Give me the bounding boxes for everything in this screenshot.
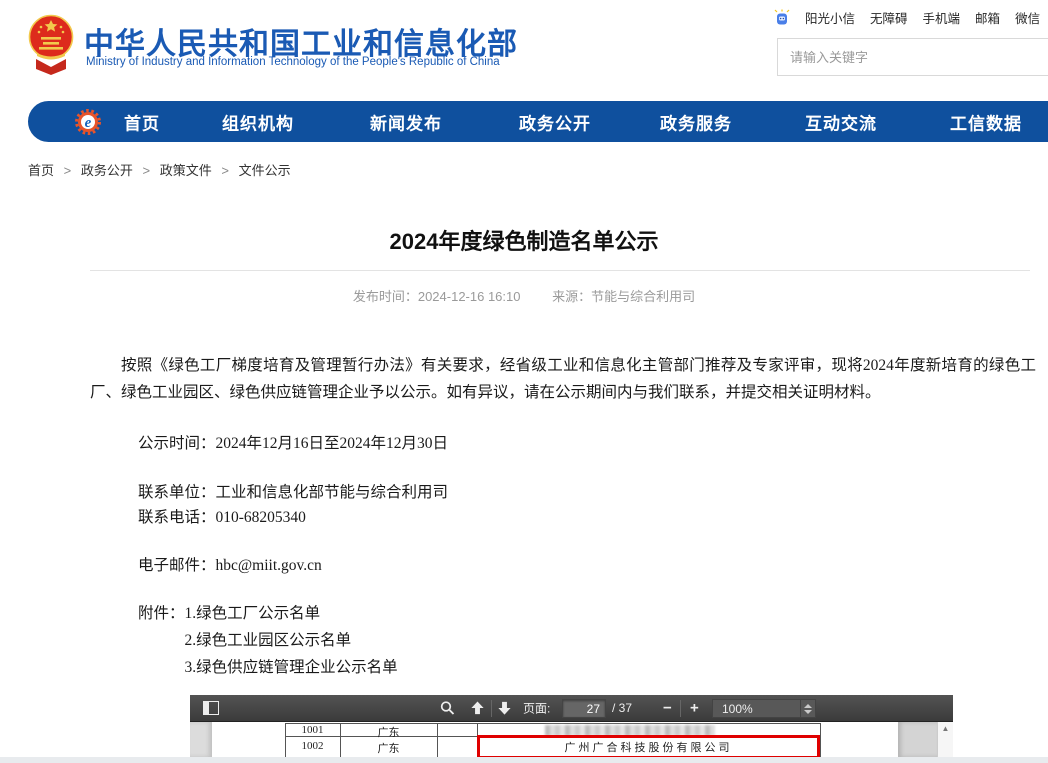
nav-item-news[interactable]: 新闻发布 — [370, 109, 442, 134]
breadcrumb-file-publicity[interactable]: 文件公示 — [239, 163, 291, 178]
contact-unit: 联系单位：工业和信息化部节能与综合利用司 — [138, 479, 448, 506]
miit-gear-icon[interactable]: e — [74, 108, 102, 136]
attachment-link-3[interactable]: 3.绿色供应链管理企业公示名单 — [185, 654, 398, 681]
quick-links-bar: 阳光小信 无障碍 手机端 邮箱 微信 微博 — [774, 8, 1048, 27]
bottom-strip — [0, 757, 1048, 763]
attachments-block: 附件： 1.绿色工厂公示名单 2.绿色工业园区公示名单 3.绿色供应链管理企业公… — [138, 600, 398, 681]
quick-link-mobile[interactable]: 手机端 — [923, 8, 961, 27]
table-cell-province: 广东 — [340, 724, 437, 740]
publish-time: 发布时间：2024-12-16 16:10 — [353, 289, 521, 304]
article-paragraph: 按照《绿色工厂梯度培育及管理暂行办法》有关要求，经省级工业和信息化主管部门推荐及… — [90, 352, 1036, 406]
table-cell-province: 广东 — [340, 740, 437, 756]
page-up-icon[interactable] — [470, 701, 485, 716]
page-number-input[interactable] — [562, 699, 606, 718]
nav-item-home[interactable]: 首页 — [124, 109, 160, 134]
page-down-icon[interactable] — [497, 701, 512, 716]
quick-link-accessibility[interactable]: 无障碍 — [870, 8, 908, 27]
viewer-gutter-right — [898, 722, 937, 757]
breadcrumb-separator: > — [221, 163, 229, 178]
svg-text:e: e — [85, 115, 92, 131]
breadcrumb: 首页 > 政务公开 > 政策文件 > 文件公示 — [28, 160, 291, 179]
toolbar-separator — [491, 700, 492, 717]
nav-item-gov-service[interactable]: 政务服务 — [660, 109, 732, 134]
attachments-label: 附件： — [138, 600, 185, 681]
attachment-link-2[interactable]: 2.绿色工业园区公示名单 — [185, 627, 398, 654]
article-meta: 发布时间：2024-12-16 16:10 来源：节能与综合利用司 — [0, 286, 1048, 305]
page-total: / 37 — [612, 701, 632, 715]
pdf-scrollbar[interactable]: ▲ — [937, 722, 953, 757]
zoom-level-select[interactable]: 100% — [712, 699, 816, 718]
public-period: 公示时间：2024年12月16日至2024年12月30日 — [138, 430, 448, 457]
breadcrumb-separator: > — [64, 163, 72, 178]
source: 来源：节能与综合利用司 — [552, 289, 695, 304]
table-line — [437, 723, 438, 757]
viewer-gutter-left — [190, 722, 212, 757]
breadcrumb-policy-files[interactable]: 政策文件 — [160, 163, 212, 178]
zoom-level-value: 100% — [713, 702, 800, 716]
zoom-select-spinner-icon — [800, 700, 815, 717]
table-cell-no: 1001 — [285, 724, 340, 736]
table-cell-no: 1002 — [285, 740, 340, 752]
table-line — [820, 723, 821, 757]
contact-phone: 联系电话：010-68205340 — [138, 504, 306, 531]
zoom-out-button[interactable]: − — [663, 700, 672, 717]
highlight-red-box: 广州广合科技股份有限公司 — [477, 735, 820, 757]
nav-item-data[interactable]: 工信数据 — [950, 109, 1022, 134]
quick-link-assistant[interactable]: 阳光小信 — [805, 8, 855, 27]
breadcrumb-separator: > — [143, 163, 151, 178]
scroll-up-icon[interactable]: ▲ — [938, 722, 953, 736]
quick-link-wechat[interactable]: 微信 — [1015, 8, 1040, 27]
site-subtitle: Ministry of Industry and Information Tec… — [86, 56, 500, 68]
nav-item-interaction[interactable]: 互动交流 — [805, 109, 877, 134]
page-title: 2024年度绿色制造名单公示 — [0, 224, 1048, 256]
nav-item-organization[interactable]: 组织机构 — [222, 109, 294, 134]
table-cell-company: 广州广合科技股份有限公司 — [565, 739, 733, 755]
pdf-page-area: 1001 广东 1002 广东 广州广合科技股份有限公司 ▲ — [190, 722, 953, 757]
breadcrumb-gov-disclosure[interactable]: 政务公开 — [81, 163, 133, 178]
attachment-link-1[interactable]: 1.绿色工厂公示名单 — [185, 600, 398, 627]
title-divider — [90, 270, 1030, 271]
contact-email: 电子邮件：hbc@miit.gov.cn — [138, 552, 322, 579]
toolbar-separator — [680, 700, 681, 717]
breadcrumb-home[interactable]: 首页 — [28, 163, 54, 178]
nav-item-gov-disclosure[interactable]: 政务公开 — [519, 109, 591, 134]
main-nav: e 首页 组织机构 新闻发布 政务公开 政务服务 互动交流 工信数据 — [28, 101, 1048, 142]
pdf-viewer: 页面: / 37 − + 100% — [190, 695, 953, 757]
assistant-robot-icon[interactable] — [774, 9, 790, 26]
search-input[interactable] — [777, 38, 1048, 76]
national-emblem-logo[interactable] — [28, 11, 74, 75]
zoom-in-button[interactable]: + — [690, 700, 699, 717]
page-label: 页面: — [523, 700, 550, 717]
sidebar-toggle-icon[interactable] — [203, 701, 219, 715]
quick-link-mail[interactable]: 邮箱 — [975, 8, 1000, 27]
pdf-toolbar: 页面: / 37 − + 100% — [190, 695, 953, 722]
search-icon[interactable] — [440, 701, 455, 716]
